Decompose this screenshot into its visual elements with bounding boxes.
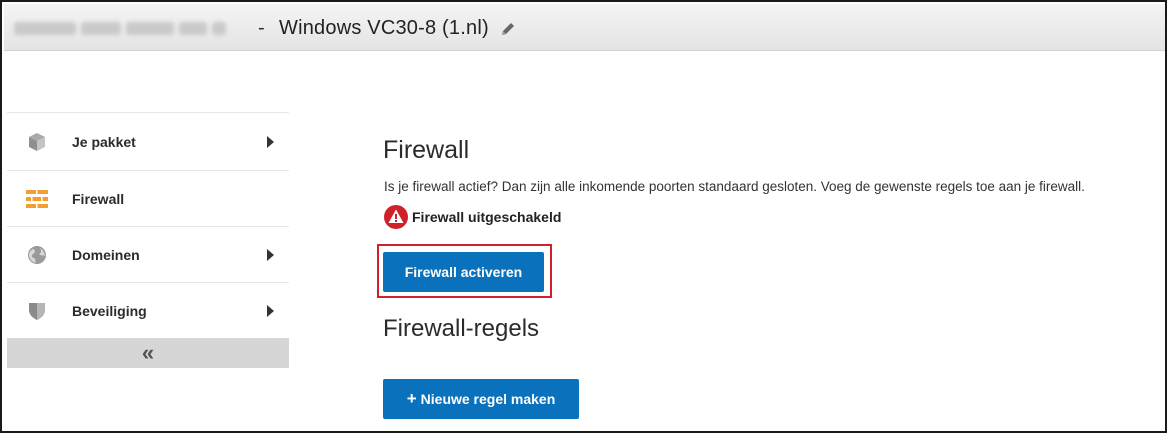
sidebar-item-label: Beveiliging bbox=[72, 302, 147, 319]
section-title-firewall: Firewall bbox=[383, 136, 470, 164]
new-rule-button[interactable]: + Nieuwe regel maken bbox=[383, 379, 579, 419]
page-title: Windows VC30-8 (1.nl) bbox=[279, 17, 489, 39]
globe-icon bbox=[26, 244, 48, 266]
sidebar-item-label: Domeinen bbox=[72, 246, 140, 263]
blurred-server-name bbox=[14, 18, 244, 38]
activate-firewall-button[interactable]: Firewall activeren bbox=[383, 252, 544, 292]
sidebar-item-firewall[interactable]: Firewall bbox=[7, 170, 289, 226]
firewall-status-text: Firewall uitgeschakeld bbox=[412, 209, 562, 225]
package-icon bbox=[26, 131, 48, 153]
header-separator: - bbox=[258, 17, 265, 39]
app-window: - Windows VC30-8 (1.nl) Je pakket Firewa… bbox=[0, 0, 1167, 433]
pencil-icon[interactable] bbox=[500, 21, 516, 37]
chevron-right-icon bbox=[267, 304, 274, 317]
sidebar-item-domeinen[interactable]: Domeinen bbox=[7, 226, 289, 282]
section-title-firewall-rules: Firewall-regels bbox=[383, 315, 540, 342]
firewall-icon bbox=[26, 188, 48, 210]
shield-icon bbox=[26, 300, 48, 322]
sidebar: Je pakket Firewall Domeinen Beveiliging … bbox=[7, 112, 289, 368]
new-rule-button-label: Nieuwe regel maken bbox=[420, 391, 556, 407]
plus-icon: + bbox=[406, 389, 417, 408]
sidebar-item-label: Firewall bbox=[72, 190, 125, 207]
warning-icon bbox=[384, 205, 408, 229]
sidebar-item-label: Je pakket bbox=[72, 133, 136, 150]
sidebar-item-je-pakket[interactable]: Je pakket bbox=[7, 112, 289, 170]
sidebar-item-beveiliging[interactable]: Beveiliging bbox=[7, 282, 289, 338]
chevron-right-icon bbox=[267, 135, 274, 148]
header-bar: - Windows VC30-8 (1.nl) bbox=[4, 4, 1165, 51]
sidebar-collapse-button[interactable]: « bbox=[7, 338, 289, 368]
firewall-status: Firewall uitgeschakeld bbox=[384, 205, 561, 229]
chevron-right-icon bbox=[267, 248, 274, 261]
firewall-description: Is je firewall actief? Dan zijn alle ink… bbox=[384, 179, 1085, 194]
